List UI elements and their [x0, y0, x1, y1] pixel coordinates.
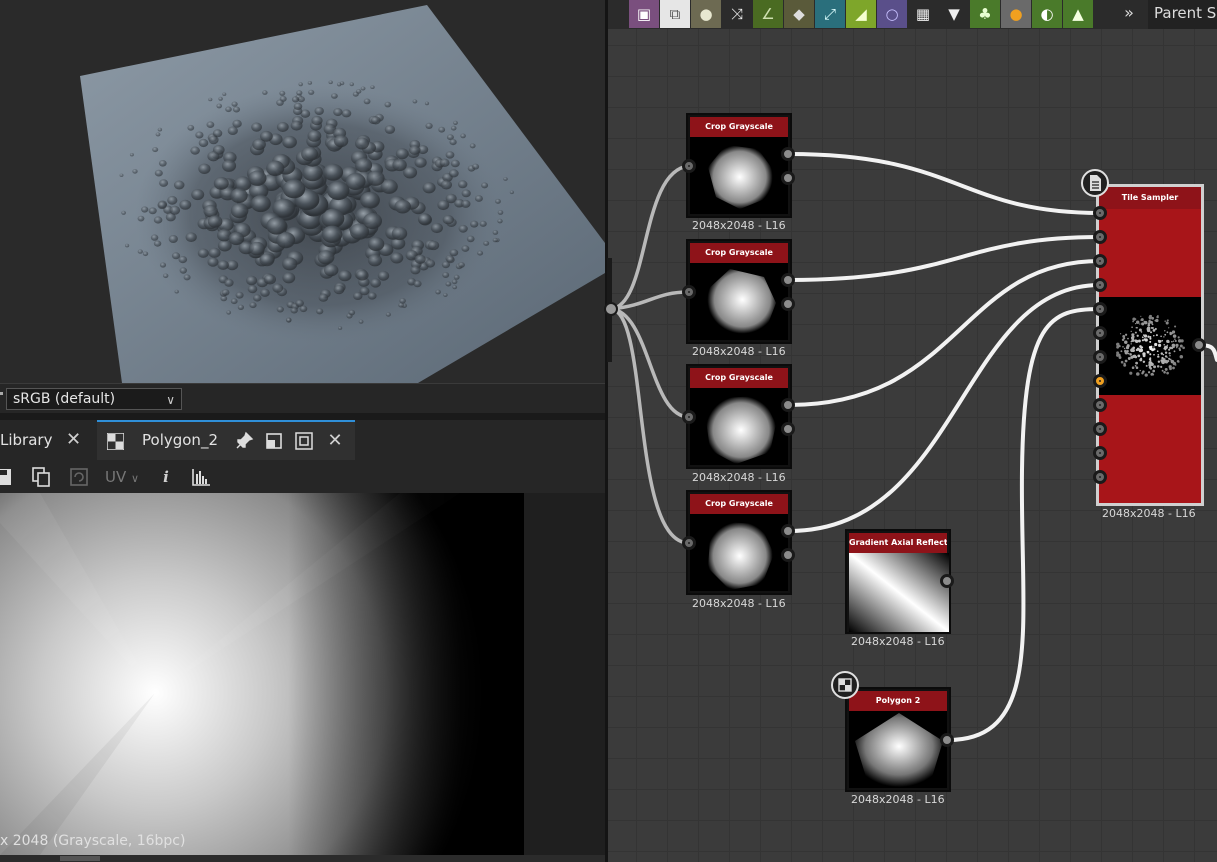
- node-thumbnail: [690, 514, 788, 591]
- transform-icon[interactable]: ⧉: [660, 0, 690, 28]
- node-title: Crop Grayscale: [690, 117, 788, 137]
- node-title: Polygon 2: [849, 691, 947, 711]
- node-crop-grayscale-2[interactable]: Crop Grayscale: [686, 239, 792, 344]
- node-output-port[interactable]: [781, 147, 795, 161]
- node-caption: 2048x2048 - L16: [851, 793, 945, 806]
- node-input-port[interactable]: [1093, 230, 1107, 244]
- node-output-port[interactable]: [781, 524, 795, 538]
- node-title: Crop Grayscale: [690, 494, 788, 514]
- node-input-port[interactable]: [1093, 422, 1107, 436]
- polygon-node-badge: [831, 671, 859, 699]
- node-thumbnail: [1099, 297, 1201, 395]
- more-tools-button[interactable]: »: [1119, 2, 1139, 24]
- node-input-port[interactable]: [1093, 350, 1107, 364]
- node-gradient-axial-reflected[interactable]: Gradient Axial Reflected: [845, 529, 951, 634]
- node-caption: 2048x2048 - L16: [692, 219, 786, 232]
- node-output-port[interactable]: [781, 548, 795, 562]
- node-output-port[interactable]: [781, 273, 795, 287]
- node-input-port[interactable]: [682, 410, 696, 424]
- node-thumbnail: [690, 388, 788, 465]
- node-caption: 2048x2048 - L16: [1102, 507, 1196, 520]
- slider-icon[interactable]: ●: [1001, 0, 1031, 28]
- node-input-port[interactable]: [682, 159, 696, 173]
- node-input-port[interactable]: [1093, 254, 1107, 268]
- node-output-port[interactable]: [781, 422, 795, 436]
- node-thumbnail: [849, 553, 949, 632]
- node-caption: 2048x2048 - L16: [692, 471, 786, 484]
- checker-icon: [838, 678, 852, 692]
- document-icon: [1090, 175, 1101, 191]
- shuffle-icon[interactable]: ⤨: [722, 0, 752, 28]
- warp-icon[interactable]: ⤢: [815, 0, 845, 28]
- node-output-port[interactable]: [940, 574, 954, 588]
- node-thumbnail: [849, 711, 947, 788]
- app-window: sRGB (default) ∨ Library ✕ Polygon_2 ✕ U…: [0, 0, 1217, 862]
- parent-size-label: Parent Si: [1154, 4, 1217, 22]
- node-input-port[interactable]: [1093, 206, 1107, 220]
- node-input-port[interactable]: [1093, 302, 1107, 316]
- node-thumbnail: [690, 137, 788, 214]
- node-caption: 2048x2048 - L16: [692, 597, 786, 610]
- node-title: Gradient Axial Reflected: [849, 533, 947, 553]
- graph-wires: [604, 152, 1217, 742]
- node-input-port[interactable]: [682, 536, 696, 550]
- watering-icon[interactable]: ♣: [970, 0, 1000, 28]
- node-output-port[interactable]: [940, 733, 954, 747]
- node-output-port[interactable]: [781, 297, 795, 311]
- node-polygon-2[interactable]: Polygon 2: [845, 687, 951, 792]
- node-caption: 2048x2048 - L16: [692, 345, 786, 358]
- node-output-port[interactable]: [1192, 338, 1206, 352]
- blur-icon[interactable]: ●: [691, 0, 721, 28]
- node-title: Crop Grayscale: [690, 243, 788, 263]
- node-input-port[interactable]: [1093, 470, 1107, 484]
- node-title: Crop Grayscale: [690, 368, 788, 388]
- node-input-port[interactable]: [682, 285, 696, 299]
- curve-icon[interactable]: ∠: [753, 0, 783, 28]
- gradient-icon[interactable]: ◢: [846, 0, 876, 28]
- node-output-port[interactable]: [781, 398, 795, 412]
- node-thumbnail: [690, 263, 788, 340]
- node-input-port[interactable]: [1093, 446, 1107, 460]
- contrast-icon[interactable]: ◐: [1032, 0, 1062, 28]
- dropper-icon[interactable]: ◆: [784, 0, 814, 28]
- node-crop-grayscale-3[interactable]: Crop Grayscale: [686, 364, 792, 469]
- node-input-port[interactable]: [1093, 326, 1107, 340]
- histogram-icon[interactable]: ▲: [1063, 0, 1093, 28]
- node-tile-sampler[interactable]: Tile Sampler: [1096, 184, 1204, 506]
- parent-size-dropdown[interactable]: Parent Si: [1148, 0, 1217, 29]
- node-caption: 2048x2048 - L16: [851, 635, 945, 648]
- node-input-port-active[interactable]: [1093, 374, 1107, 388]
- node-output-port[interactable]: [781, 171, 795, 185]
- grid-icon[interactable]: ▦: [908, 0, 938, 28]
- node-input-port[interactable]: [1093, 278, 1107, 292]
- node-input-port[interactable]: [1093, 398, 1107, 412]
- node-crop-grayscale-4[interactable]: Crop Grayscale: [686, 490, 792, 595]
- image-icon[interactable]: ▣: [629, 0, 659, 28]
- node-crop-grayscale-1[interactable]: Crop Grayscale: [686, 113, 792, 218]
- tile-node-badge: [1081, 169, 1109, 197]
- download-icon[interactable]: ▼: [939, 0, 969, 28]
- circle-icon[interactable]: ○: [877, 0, 907, 28]
- node-title: Tile Sampler: [1099, 187, 1201, 209]
